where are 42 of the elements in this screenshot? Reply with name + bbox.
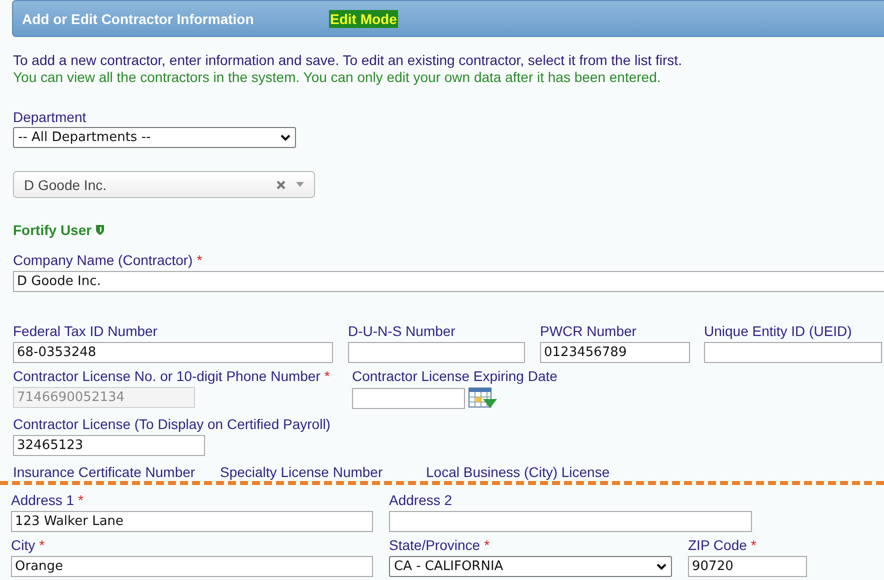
text-field[interactable]: 32465123 [13, 435, 205, 456]
field-label: Unique Entity ID (UEID) [704, 323, 852, 340]
shield-icon [94, 224, 105, 236]
text-field[interactable]: Orange [11, 556, 373, 577]
field-label: Address 2 [389, 492, 452, 509]
instruction-text: You can view all the contractors in the system. You can only edit your own data after it has been entered. [13, 69, 662, 86]
text-field[interactable]: 90720 [688, 556, 807, 577]
field-label: ZIP Code * [688, 537, 756, 554]
field-label: Local Business (City) License [426, 464, 611, 480]
text-field[interactable]: D Goode Inc. [13, 271, 884, 292]
date-field[interactable] [352, 388, 465, 409]
contractor-combobox[interactable]: D Goode Inc. [13, 171, 315, 198]
panel-title: Add or Edit Contractor Information [22, 10, 255, 26]
caret-icon [296, 182, 304, 187]
field-label: D-U-N-S Number [348, 323, 456, 340]
field-label: Federal Tax ID Number [13, 323, 158, 340]
instruction-text: To add a new contractor, enter information and save. To edit an existing contractor, select it from the list first. [13, 52, 683, 69]
calendar-icon[interactable] [468, 387, 498, 409]
text-field[interactable]: 0123456789 [540, 342, 690, 363]
clear-icon[interactable] [276, 180, 286, 190]
field-label: Department [13, 109, 86, 126]
mode-badge: Edit Mode [329, 10, 398, 28]
field-label: Contractor License Expiring Date [352, 368, 558, 385]
chevron-icon [280, 134, 291, 142]
text-field[interactable] [389, 511, 752, 532]
field-label: PWCR Number [540, 323, 636, 340]
text-field[interactable] [348, 342, 525, 363]
chevron-icon [656, 562, 667, 570]
field-label: City * [11, 537, 45, 554]
field-label: State/Province * [389, 537, 490, 554]
text-field[interactable]: 123 Walker Lane [11, 511, 373, 532]
text-field[interactable]: 68-0353248 [13, 342, 333, 363]
text-field[interactable] [704, 342, 882, 363]
field-label: Contractor License (To Display on Certified Payroll) [13, 416, 330, 433]
dropdown[interactable]: -- All Departments -- [13, 127, 296, 148]
field-label: Company Name (Contractor) * [13, 252, 202, 269]
field-label: Insurance Certificate Number [13, 464, 196, 480]
field-label: Specialty License Number [220, 464, 384, 480]
fortify-user-label: Fortify User [13, 222, 92, 238]
dropdown[interactable]: CA - CALIFORNIA [389, 556, 672, 577]
field-label: Address 1 * [11, 492, 84, 509]
field-label: Contractor License No. or 10-digit Phone Number * [13, 368, 330, 385]
